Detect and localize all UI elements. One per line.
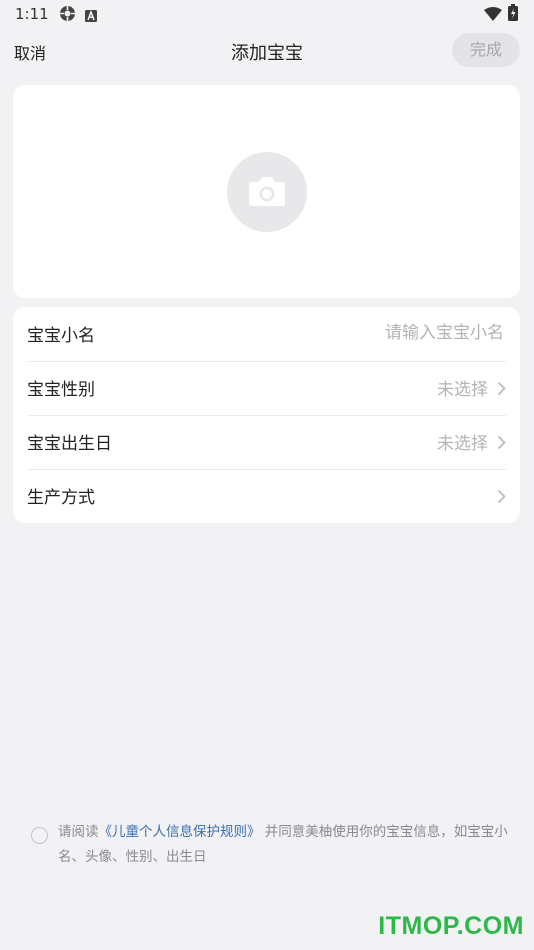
upload-photo-button[interactable] <box>227 152 307 232</box>
delivery-method-row[interactable]: 生产方式 <box>27 469 506 523</box>
done-button[interactable]: 完成 <box>452 33 520 67</box>
delivery-method-label: 生产方式 <box>27 488 95 508</box>
chevron-right-icon <box>497 381 506 396</box>
settings-cog-icon <box>59 5 76 26</box>
font-a-icon <box>85 7 97 26</box>
battery-icon <box>508 4 518 25</box>
baby-gender-label: 宝宝性别 <box>27 380 95 400</box>
baby-birthday-label: 宝宝出生日 <box>27 434 112 454</box>
status-time: 1:11 <box>15 5 49 23</box>
status-bar: 1:11 <box>0 0 534 28</box>
chevron-right-icon <box>497 489 506 504</box>
privacy-rules-link[interactable]: 《儿童个人信息保护规则》 <box>99 824 261 840</box>
agreement-prefix: 请阅读 <box>58 824 99 840</box>
baby-name-label: 宝宝小名 <box>27 326 95 346</box>
wifi-icon <box>484 6 502 25</box>
camera-icon <box>249 177 285 206</box>
agreement-text: 请阅读《儿童个人信息保护规则》 并同意美柚使用你的宝宝信息，如宝宝小名、头像、性… <box>58 820 508 870</box>
avatar-upload-card[interactable] <box>13 85 520 298</box>
baby-name-input[interactable] <box>262 319 506 347</box>
baby-name-row[interactable]: 宝宝小名 <box>27 307 506 362</box>
chevron-right-icon <box>497 435 506 450</box>
baby-gender-value: 未选择 <box>437 380 488 400</box>
baby-gender-row[interactable]: 宝宝性别 未选择 <box>27 361 506 416</box>
baby-birthday-row[interactable]: 宝宝出生日 未选择 <box>27 415 506 470</box>
navigation-header: 取消 添加宝宝 完成 <box>0 30 534 72</box>
baby-birthday-value: 未选择 <box>437 434 488 454</box>
agreement-checkbox[interactable] <box>31 827 48 844</box>
baby-info-form: 宝宝小名 宝宝性别 未选择 宝宝出生日 未选择 生产方式 <box>13 307 520 523</box>
watermark-logo: ITMOP.COM <box>378 912 524 940</box>
